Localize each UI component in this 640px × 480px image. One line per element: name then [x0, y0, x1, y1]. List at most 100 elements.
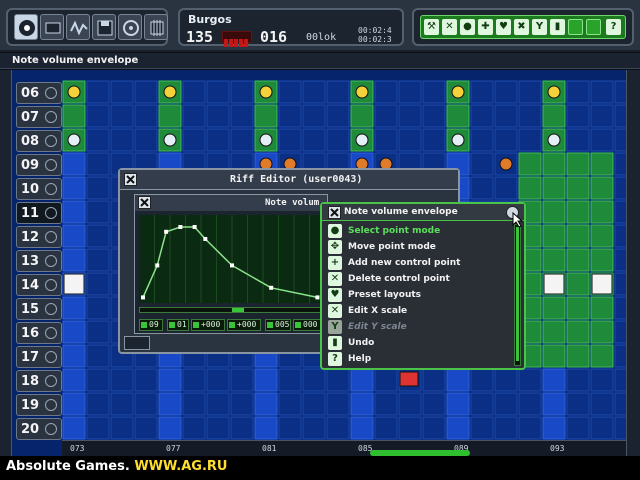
right-scrollbar[interactable]: [626, 70, 640, 456]
row-arrow-icon[interactable]: [45, 87, 57, 99]
row-arrow-icon[interactable]: [45, 135, 57, 147]
row-arrow-icon[interactable]: [45, 327, 57, 339]
floppy-icon[interactable]: [92, 14, 116, 40]
row-label[interactable]: 19: [16, 394, 62, 416]
grid-cell: [566, 128, 590, 152]
menu-item[interactable]: ? Help: [328, 352, 516, 367]
env-field-2[interactable]: 01: [167, 319, 189, 331]
row-label[interactable]: 07: [16, 106, 62, 128]
row-arrow-icon[interactable]: [45, 183, 57, 195]
grid-cell: [590, 128, 614, 152]
row-label[interactable]: 08: [16, 130, 62, 152]
row-label[interactable]: 06: [16, 82, 62, 104]
menu-item[interactable]: ♥ Preset layouts: [328, 288, 516, 303]
envelope-close-button[interactable]: [138, 196, 151, 209]
grid-cell: [86, 368, 110, 392]
row-arrow-icon[interactable]: [45, 207, 57, 219]
row-arrow-icon[interactable]: [45, 111, 57, 123]
row-arrow-icon[interactable]: [45, 399, 57, 411]
env-field-5[interactable]: 005: [265, 319, 291, 331]
envelope-control-point[interactable]: [230, 263, 234, 268]
menu-scrollbar[interactable]: [514, 224, 521, 366]
menu-item[interactable]: ● Select point mode: [328, 224, 516, 239]
question-icon[interactable]: ?: [606, 19, 621, 35]
heart-icon: ♥: [328, 288, 342, 302]
menu-close-button[interactable]: [328, 206, 341, 219]
heart-icon[interactable]: ♥: [496, 19, 511, 35]
track-cell: [590, 320, 614, 344]
row-arrow-icon[interactable]: [45, 351, 57, 363]
reel-icon[interactable]: [118, 14, 142, 40]
row-label[interactable]: 17: [16, 346, 62, 368]
envelope-control-point[interactable]: [192, 225, 197, 229]
row-arrow-icon[interactable]: [45, 255, 57, 267]
menu-item[interactable]: ✕ Delete control point: [328, 272, 516, 287]
grid-cell: [518, 368, 542, 392]
envelope-scroll-thumb[interactable]: [232, 308, 244, 312]
beat-cell: [446, 416, 470, 440]
envelope-control-point[interactable]: [141, 295, 145, 300]
env-field-3[interactable]: +000: [191, 319, 225, 331]
envelope-graph[interactable]: [139, 215, 325, 303]
row-arrow-icon[interactable]: [45, 423, 57, 435]
menu-item[interactable]: ✕ Edit X scale: [328, 304, 516, 319]
row-arrow-icon[interactable]: [45, 279, 57, 291]
dot-icon[interactable]: ●: [460, 19, 475, 35]
row-label[interactable]: 15: [16, 298, 62, 320]
bell-icon[interactable]: ▮: [550, 19, 565, 35]
row-label[interactable]: 11: [16, 202, 62, 224]
env-field-6[interactable]: 000: [293, 319, 321, 331]
blank-slot[interactable]: [586, 19, 601, 35]
waveform-icon[interactable]: [66, 14, 90, 40]
row-label[interactable]: 20: [16, 418, 62, 440]
row-label[interactable]: 18: [16, 370, 62, 392]
track-cell: [590, 152, 614, 176]
env-field-4[interactable]: +000: [227, 319, 261, 331]
menu-item[interactable]: + Add new control point: [328, 256, 516, 271]
ruler-label: 077: [166, 444, 181, 453]
row-label[interactable]: 13: [16, 250, 62, 272]
riff-close-button[interactable]: [124, 173, 137, 186]
row-label[interactable]: 16: [16, 322, 62, 344]
row-arrow-icon[interactable]: [45, 303, 57, 315]
envelope-control-point[interactable]: [178, 225, 183, 229]
grid-cell: [278, 368, 302, 392]
envelope-control-point[interactable]: [315, 295, 320, 300]
row-label[interactable]: 14: [16, 274, 62, 296]
wrench-icon[interactable]: ⚒: [424, 19, 439, 35]
grid-cell: [86, 176, 110, 200]
y-icon[interactable]: Y: [532, 19, 547, 35]
row-arrow-icon[interactable]: [45, 231, 57, 243]
menu-item[interactable]: ▮ Undo: [328, 336, 516, 351]
envelope-control-point[interactable]: [164, 229, 169, 234]
grid-cell: [518, 128, 542, 152]
x-icon[interactable]: ✕: [442, 19, 457, 35]
row-label[interactable]: 10: [16, 178, 62, 200]
grid-cell: [494, 104, 518, 128]
disk-icon[interactable]: [14, 14, 38, 40]
menu-item[interactable]: Y Edit Y scale: [328, 320, 516, 335]
grid-cell: [374, 368, 398, 392]
row-label[interactable]: 09: [16, 154, 62, 176]
row-arrow-icon[interactable]: [45, 159, 57, 171]
screen-icon[interactable]: [40, 14, 64, 40]
status-text: Note volume envelope: [12, 55, 139, 66]
envelope-control-point[interactable]: [203, 237, 208, 241]
grid-cell: [518, 392, 542, 416]
blank-slot[interactable]: [568, 19, 583, 35]
env-field-1[interactable]: 09: [139, 319, 163, 331]
menu-scroll-thumb[interactable]: [516, 227, 519, 361]
row-arrow-icon[interactable]: [45, 375, 57, 387]
riff-footer-widget[interactable]: [124, 336, 150, 350]
envelope-control-point[interactable]: [269, 285, 274, 290]
cross-icon[interactable]: ✚: [478, 19, 493, 35]
row-label[interactable]: 12: [16, 226, 62, 248]
grid-cell: [302, 80, 326, 104]
envelope-control-point[interactable]: [155, 263, 160, 268]
menu-item[interactable]: ✥ Move point mode: [328, 240, 516, 255]
envelope-scrollbar[interactable]: [139, 307, 325, 313]
row-number: 20: [21, 422, 40, 437]
chip-icon[interactable]: [144, 14, 168, 40]
x-icon[interactable]: ✖: [514, 19, 529, 35]
riff-editor-titlebar[interactable]: Riff Editor (user0043): [120, 170, 458, 190]
